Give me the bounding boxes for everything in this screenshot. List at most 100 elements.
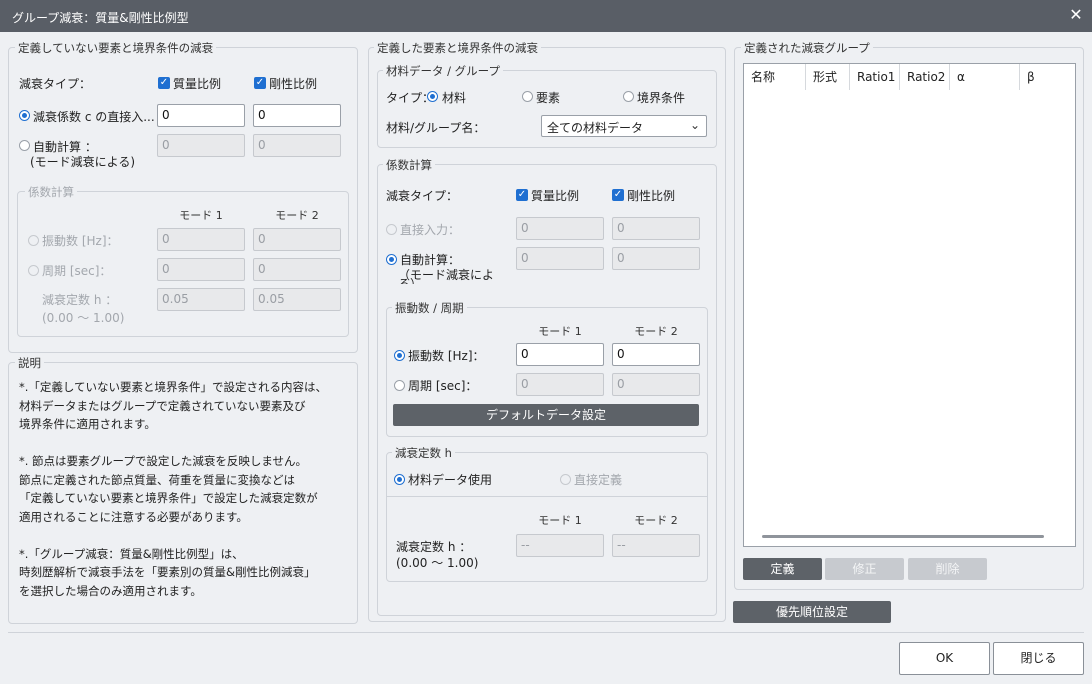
chevron-down-icon: ⌄ (689, 118, 700, 132)
left-coef-title: 係数計算 (25, 184, 77, 200)
left-direct-radio[interactable] (19, 110, 30, 121)
left-freq-label: 振動数 [Hz]： (42, 234, 119, 248)
left-auto-input-1[interactable]: 0 (157, 134, 245, 157)
hconst-material-label: 材料データ使用 (408, 473, 493, 487)
explanation-line: *.「グループ減衰：質量&剛性比例型」は、 (19, 546, 244, 561)
left-period-label: 周期 [sec]： (42, 264, 112, 278)
priority-settings-button[interactable]: 優先順位設定 (733, 601, 891, 623)
left-freq-radio[interactable] (28, 235, 39, 246)
hconst-h-label: 減衰定数 h ： (396, 540, 472, 554)
material-name-value: 全ての材料データ (547, 121, 644, 135)
title-bar: グループ減衰：質量&剛性比例型 ✕ (0, 0, 1092, 32)
explanation-line: を選択した場合のみ適用されます。 (19, 583, 202, 598)
close-button[interactable]: 閉じる (993, 642, 1084, 675)
explanation-line: 節点に定義された節点質量、荷重を質量に変換などは (19, 472, 295, 487)
left-direct-input-1[interactable]: 0 (157, 104, 245, 127)
hconst-h-range: (0.00 ～ 1.00) (396, 556, 479, 570)
column-header[interactable]: Ratio2 (900, 64, 950, 90)
left-direct-label: 減衰係数 c の直接入... (33, 110, 155, 124)
explanation-line: *.「定義していない要素と境界条件」で設定される内容は、 (19, 380, 328, 394)
left-period-input-2[interactable]: 0 (253, 258, 341, 281)
column-header[interactable]: 名称 (744, 64, 806, 90)
damping-groups-table[interactable]: 名称 形式 Ratio1 Ratio2 α β (743, 63, 1076, 547)
hconst-material-radio[interactable] (394, 474, 405, 485)
left-h-range: (0.00 ～ 1.00) (42, 311, 125, 325)
left-stiffness-checkbox[interactable]: ✓ (254, 77, 266, 89)
mid-freq-radio[interactable] (394, 350, 405, 361)
explanation-line: 時刻歴解析で減衰手法を「要素別の質量&剛性比例減衰」 (19, 565, 316, 579)
hconst-divider (386, 496, 708, 497)
material-group-title: 材料データ / グループ (383, 63, 503, 79)
column-header[interactable]: Ratio1 (850, 64, 900, 90)
left-damping-type-label: 減衰タイプ： (19, 77, 92, 91)
material-name-label: 材料/グループ名： (386, 121, 486, 135)
left-mass-checkbox[interactable]: ✓ (158, 77, 170, 89)
mid-period-input-2[interactable]: 0 (612, 373, 700, 396)
horizontal-scrollbar[interactable] (762, 535, 1044, 538)
mid-freq-label: 振動数 [Hz]： (408, 349, 485, 363)
type-material-radio[interactable] (427, 91, 438, 102)
left-period-radio[interactable] (28, 265, 39, 276)
mid-direct-input-2[interactable]: 0 (612, 217, 700, 240)
explanation-title: 説明 (15, 355, 44, 371)
column-header[interactable]: β (1020, 64, 1076, 90)
defined-groups-title: 定義された減衰グループ (741, 40, 873, 56)
explanation-text: *.「定義していない要素と境界条件」で設定される内容は、 材料データまたはグルー… (19, 378, 327, 600)
mid-stiffness-label: 剛性比例 (627, 189, 676, 203)
mid-damping-type-label: 減衰タイプ： (386, 189, 459, 203)
mid-mass-checkbox[interactable]: ✓ (516, 189, 528, 201)
hconst-mode1-header: モード 1 (538, 514, 582, 527)
type-boundary-radio[interactable] (623, 91, 634, 102)
hconst-input-1[interactable]: -- (516, 534, 604, 557)
explanation-line: *. 節点は要素グループで設定した減衰を反映しません。 (19, 454, 308, 468)
explanation-line (19, 434, 327, 453)
close-icon[interactable]: ✕ (1066, 5, 1086, 25)
mid-freq-input-1[interactable]: 0 (516, 343, 604, 366)
explanation-line: 材料データまたはグループで定義されていない要素及び (19, 398, 306, 413)
mid-coef-title: 係数計算 (383, 157, 435, 173)
left-auto-radio[interactable] (19, 140, 30, 151)
left-period-input-1[interactable]: 0 (157, 258, 245, 281)
mid-direct-label: 直接入力： (400, 223, 461, 237)
mid-mode1-header: モード 1 (538, 325, 582, 338)
mid-period-label: 周期 [sec]： (408, 379, 478, 393)
hconst-input-2[interactable]: -- (612, 534, 700, 557)
window-title: グループ減衰：質量&剛性比例型 (12, 11, 189, 25)
mid-auto-radio[interactable] (386, 254, 397, 265)
explanation-line: 適用されることに注意する必要があります。 (19, 509, 248, 524)
type-material-label: 材料 (442, 91, 467, 105)
left-h-input-2[interactable]: 0.05 (253, 288, 341, 311)
column-header[interactable]: α (950, 64, 1020, 90)
mid-direct-radio[interactable] (386, 224, 397, 235)
define-button[interactable]: 定義 (743, 558, 822, 580)
hconst-direct-radio[interactable] (560, 474, 571, 485)
delete-button[interactable]: 削除 (908, 558, 987, 580)
mid-period-input-1[interactable]: 0 (516, 373, 604, 396)
mid-period-radio[interactable] (394, 380, 405, 391)
left-freq-input-1[interactable]: 0 (157, 228, 245, 251)
left-auto-input-2[interactable]: 0 (253, 134, 341, 157)
type-element-label: 要素 (536, 91, 561, 105)
mid-direct-input-1[interactable]: 0 (516, 217, 604, 240)
freq-period-title: 振動数 / 周期 (392, 300, 467, 316)
left-h-input-1[interactable]: 0.05 (157, 288, 245, 311)
left-direct-input-2[interactable]: 0 (253, 104, 341, 127)
footer-divider (8, 632, 1084, 633)
mid-freq-input-2[interactable]: 0 (612, 343, 700, 366)
type-element-radio[interactable] (522, 91, 533, 102)
mid-auto-input-1[interactable]: 0 (516, 247, 604, 270)
column-header[interactable]: 形式 (806, 64, 850, 90)
explanation-line (19, 526, 327, 545)
mid-stiffness-checkbox[interactable]: ✓ (612, 189, 624, 201)
ok-button[interactable]: OK (899, 642, 990, 675)
modify-button[interactable]: 修正 (825, 558, 904, 580)
mid-auto-input-2[interactable]: 0 (612, 247, 700, 270)
left-stiffness-label: 剛性比例 (269, 77, 318, 91)
material-name-select[interactable]: 全ての材料データ ⌄ (541, 115, 707, 137)
hconst-mode2-header: モード 2 (634, 514, 678, 527)
mid-mode2-header: モード 2 (634, 325, 678, 338)
hconst-title: 減衰定数 h (392, 445, 455, 461)
left-freq-input-2[interactable]: 0 (253, 228, 341, 251)
default-data-button[interactable]: デフォルトデータ設定 (393, 404, 699, 426)
explanation-line: 「定義していない要素と境界条件」で設定した減衰定数が (19, 491, 318, 505)
